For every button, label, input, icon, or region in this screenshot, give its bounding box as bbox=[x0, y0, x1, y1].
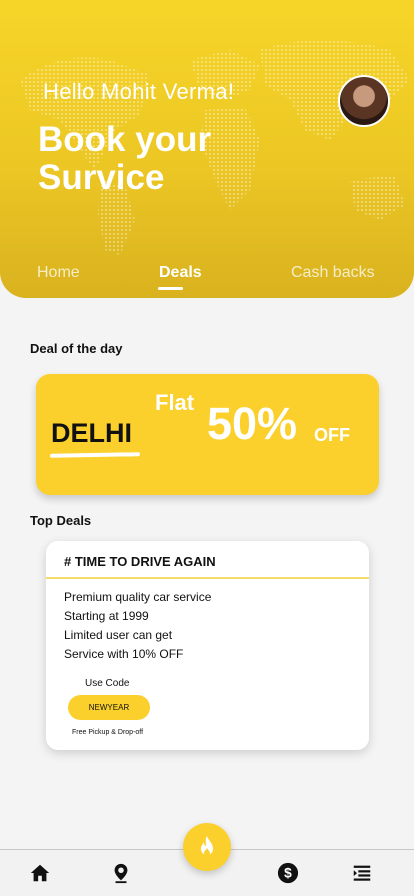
home-icon[interactable] bbox=[29, 862, 51, 884]
top-deal-card[interactable]: # TIME TO DRIVE AGAIN Premium quality ca… bbox=[46, 541, 369, 750]
deal-percent: 50% bbox=[207, 398, 298, 449]
deal-city-underline bbox=[49, 452, 141, 458]
list-item: Service with 10% OFF bbox=[64, 647, 184, 661]
svg-text:$: $ bbox=[284, 866, 292, 881]
menu-list-icon[interactable] bbox=[351, 862, 373, 884]
location-pin-icon[interactable] bbox=[110, 862, 132, 884]
list-item: Limited user can get bbox=[64, 628, 173, 642]
tab-deals[interactable]: Deals bbox=[159, 264, 202, 282]
top-deals-title: Top Deals bbox=[30, 513, 92, 528]
promo-code-button[interactable]: NEWYEAR bbox=[68, 695, 150, 720]
top-deal-details: Premium quality car service Starting at … bbox=[64, 588, 211, 664]
tab-bar: Home Deals Cash backs bbox=[0, 264, 414, 294]
greeting-text: Hello Mohit Verma! bbox=[43, 79, 235, 104]
use-code-label: Use Code bbox=[85, 678, 130, 689]
dollar-icon[interactable]: $ bbox=[277, 862, 299, 884]
deal-off-label: OFF bbox=[314, 425, 350, 445]
deal-of-day-card[interactable]: DELHI Flat 50% OFF bbox=[36, 374, 379, 495]
deal-flat-label: Flat bbox=[155, 390, 195, 415]
pickup-note: Free Pickup & Drop-off bbox=[72, 729, 144, 736]
page-headline: Book your Survice bbox=[38, 120, 212, 197]
deal-of-day-title: Deal of the day bbox=[30, 341, 123, 356]
list-item: Starting at 1999 bbox=[64, 609, 149, 623]
avatar[interactable] bbox=[338, 75, 390, 127]
fire-icon bbox=[201, 836, 213, 856]
top-deal-title: # TIME TO DRIVE AGAIN bbox=[64, 554, 216, 569]
list-item: Premium quality car service bbox=[64, 590, 212, 604]
top-deal-divider bbox=[46, 577, 369, 579]
active-tab-indicator bbox=[158, 287, 183, 290]
tab-cash-backs[interactable]: Cash backs bbox=[291, 264, 375, 282]
tab-home[interactable]: Home bbox=[37, 264, 80, 282]
header-banner: Hello Mohit Verma! Book your Survice Hom… bbox=[0, 0, 414, 298]
deal-city: DELHI bbox=[51, 418, 132, 448]
fire-button[interactable] bbox=[183, 823, 231, 871]
